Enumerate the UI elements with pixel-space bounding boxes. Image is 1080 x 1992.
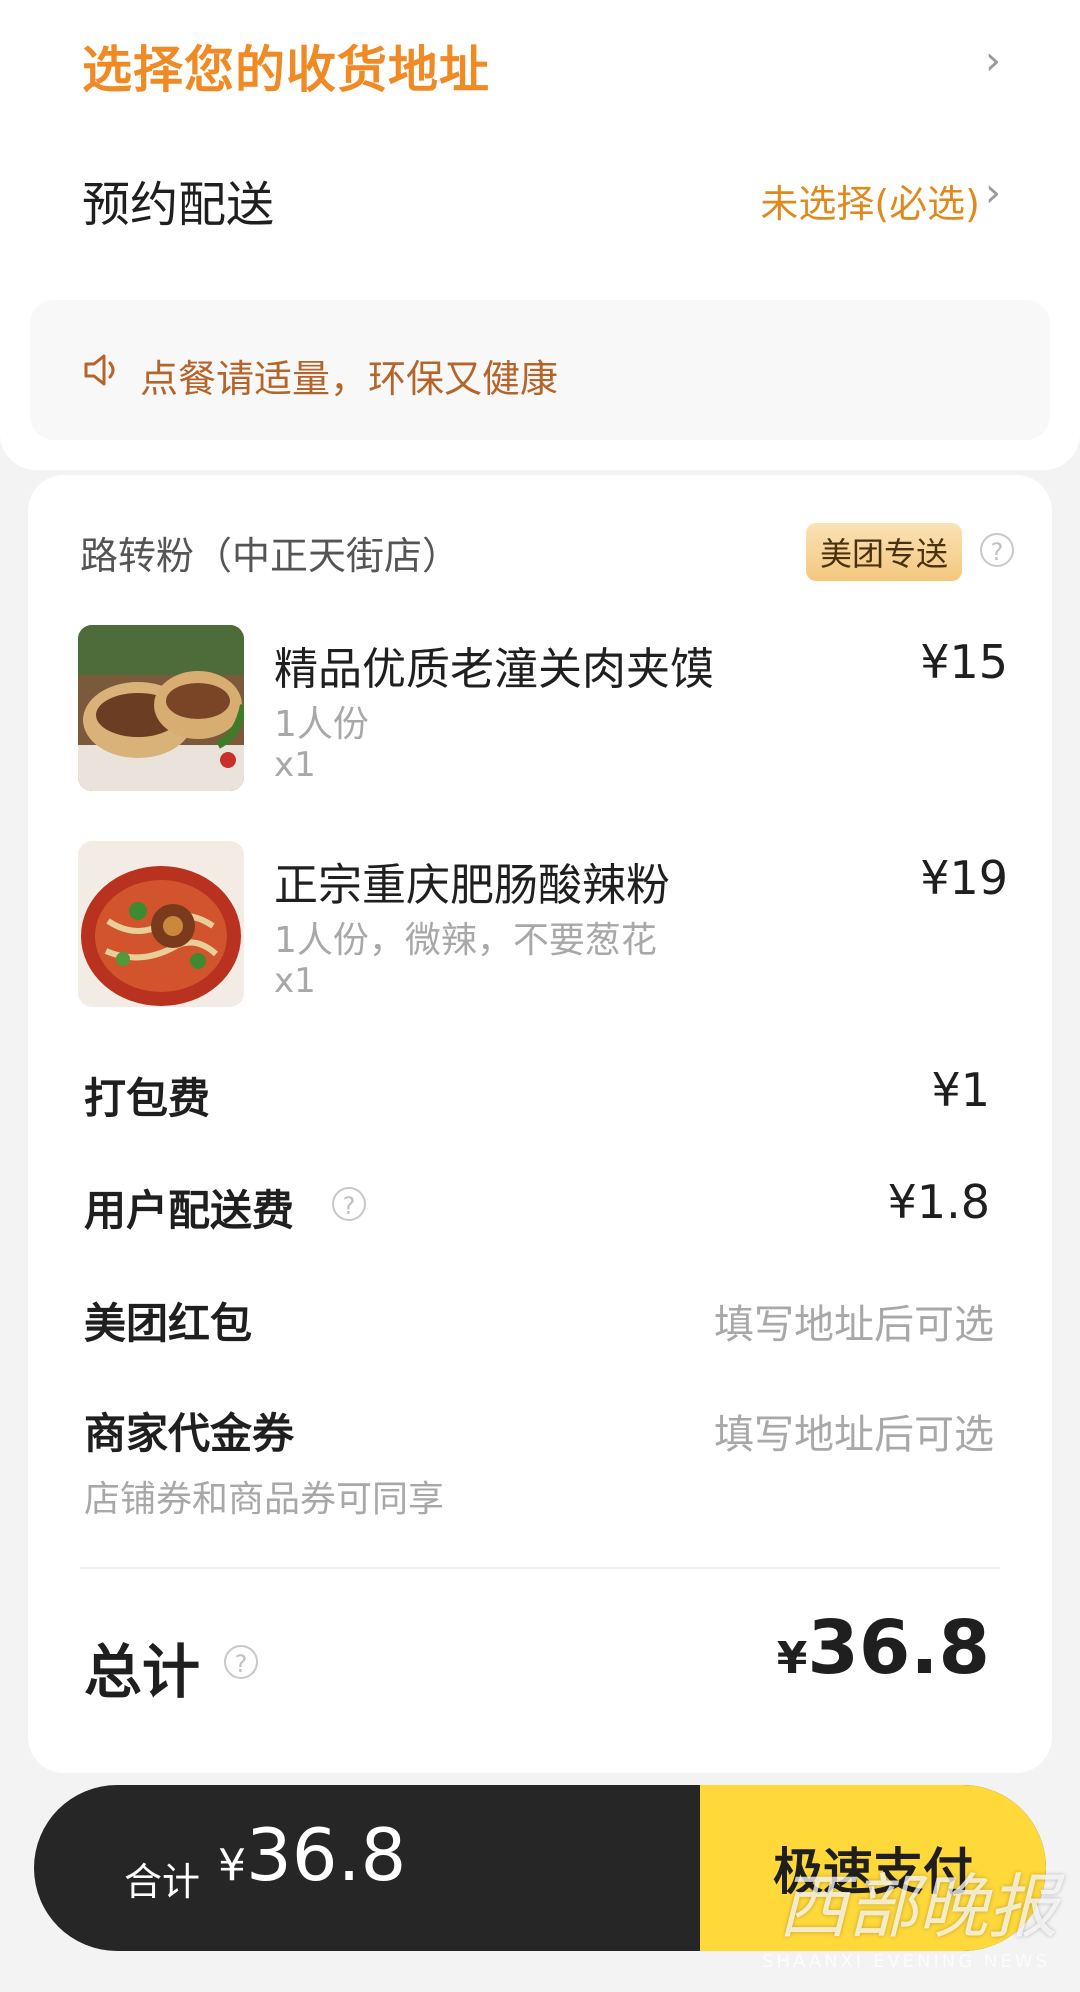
notice-text: 点餐请适量，环保又健康: [140, 357, 559, 401]
food-image-noodles: [78, 841, 244, 1007]
delivery-fee-label: 用户配送费: [84, 1186, 295, 1235]
currency-symbol: ¥: [776, 1633, 808, 1684]
item-spec: 1人份，微辣，不要葱花: [274, 920, 657, 961]
checkout-total-value: ¥36.8: [218, 1813, 406, 1897]
order-item[interactable]: 精品优质老潼关肉夹馍 1人份 x1 ¥15: [78, 625, 1008, 805]
item-name: 精品优质老潼关肉夹馍: [274, 644, 714, 695]
red-packet-value[interactable]: 填写地址后可选: [714, 1292, 994, 1350]
delivery-fee-value: ¥1.8: [887, 1175, 990, 1229]
checkout-total-amount: 36.8: [246, 1813, 407, 1897]
scheduled-delivery-label: 预约配送: [82, 177, 275, 233]
divider: [80, 1567, 1000, 1569]
notice-banner: 点餐请适量，环保又健康: [30, 300, 1050, 440]
order-item[interactable]: 正宗重庆肥肠酸辣粉 1人份，微辣，不要葱花 x1 ¥19: [78, 841, 1008, 1021]
chevron-right-icon[interactable]: ›: [985, 170, 1001, 216]
currency-symbol: ¥: [218, 1840, 246, 1891]
item-name: 正宗重庆肥肠酸辣粉: [274, 860, 670, 911]
red-packet-label: 美团红包: [84, 1299, 253, 1348]
meituan-delivery-badge: 美团专送: [806, 523, 963, 581]
item-price: ¥19: [920, 851, 1008, 905]
packing-fee-value: ¥1: [931, 1063, 990, 1117]
help-icon[interactable]: ?: [224, 1645, 258, 1679]
speaker-icon: [84, 354, 115, 386]
address-card: 选择您的收货地址 › 预约配送 未选择(必选) › 点餐请适量，环保又健康: [0, 0, 1080, 470]
help-icon[interactable]: ?: [980, 533, 1014, 567]
item-price: ¥15: [920, 635, 1008, 689]
newspaper-watermark-sub: SHAANXI EVENING NEWS: [762, 1951, 1050, 1972]
total-value: ¥36.8: [777, 1605, 990, 1691]
merchant-voucher-label: 商家代金券: [84, 1409, 295, 1458]
item-quantity: x1: [274, 961, 316, 1001]
help-icon[interactable]: ?: [332, 1187, 366, 1221]
item-quantity: x1: [274, 745, 316, 785]
scheduled-delivery-status[interactable]: 未选择(必选): [760, 173, 980, 228]
total-amount: 36.8: [807, 1605, 990, 1691]
voucher-note: 店铺券和商品券可同享: [84, 1479, 445, 1520]
food-image-roujiamo: [78, 625, 244, 791]
total-label: 总计: [84, 1638, 201, 1706]
checkout-total-label: 合计: [124, 1860, 201, 1904]
chevron-right-icon[interactable]: ›: [985, 38, 1001, 84]
packing-fee-label: 打包费: [84, 1074, 211, 1123]
merchant-voucher-value[interactable]: 填写地址后可选: [714, 1402, 994, 1460]
item-spec: 1人份: [274, 704, 369, 745]
newspaper-watermark: 西部晚报: [778, 1866, 1058, 1948]
shop-name[interactable]: 路转粉（中正天街店）: [80, 525, 460, 580]
select-address-link[interactable]: 选择您的收货地址: [82, 30, 490, 102]
order-card: 路转粉（中正天街店） 美团专送 ? 精品优质老潼关肉夹馍 1人份 x1 ¥15: [28, 475, 1052, 1773]
